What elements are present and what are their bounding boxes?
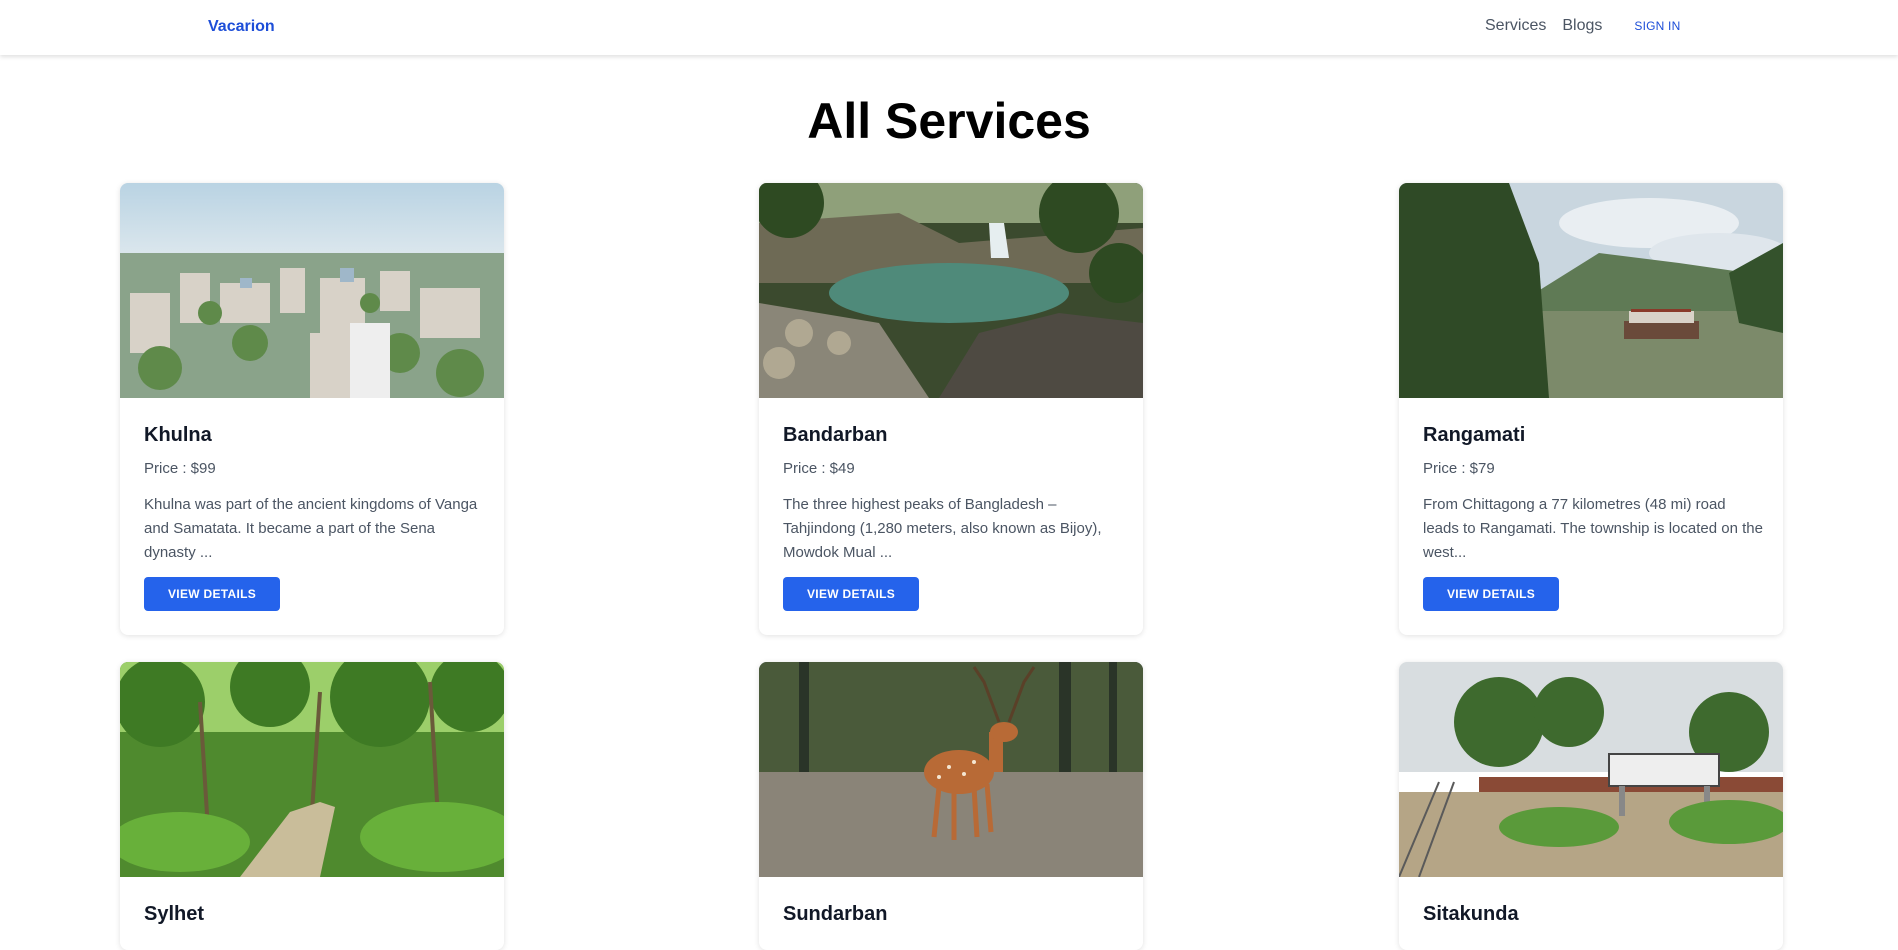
- service-card-sundarban: Sundarban: [759, 662, 1143, 950]
- nav-links: Services Blogs SIGN IN: [1485, 17, 1680, 35]
- nav-link-services[interactable]: Services: [1485, 17, 1546, 35]
- waterfall-image: [759, 183, 1143, 398]
- view-details-button[interactable]: VIEW DETAILS: [144, 577, 281, 611]
- service-card-sylhet: Sylhet: [120, 662, 504, 950]
- service-card-sitakunda: Sitakunda: [1399, 662, 1783, 950]
- page-title: All Services: [807, 93, 1091, 149]
- card-description: From Chittagong a 77 kilometres (48 mi) …: [1423, 496, 1763, 561]
- brand-logo[interactable]: Vacarion: [208, 18, 275, 36]
- card-price: Price : $99: [144, 460, 216, 477]
- city-skyline-image: [120, 183, 504, 398]
- card-description: Khulna was part of the ancient kingdoms …: [144, 496, 478, 561]
- card-title: Sitakunda: [1423, 903, 1519, 925]
- card-title: Khulna: [144, 424, 212, 446]
- card-title: Rangamati: [1423, 424, 1526, 446]
- sign-in-button[interactable]: SIGN IN: [1634, 19, 1680, 33]
- top-navbar: Vacarion Services Blogs SIGN IN: [0, 0, 1898, 55]
- railway-station-image: [1399, 662, 1783, 877]
- nav-link-blogs[interactable]: Blogs: [1562, 17, 1602, 35]
- card-description: The three highest peaks of Bangladesh – …: [783, 496, 1102, 561]
- card-price: Price : $49: [783, 460, 855, 477]
- card-title: Sylhet: [144, 903, 205, 925]
- service-card-bandarban: Bandarban Price : $49 The three highest …: [759, 183, 1143, 635]
- card-title: Sundarban: [783, 903, 888, 925]
- spotted-deer-image: [759, 662, 1143, 877]
- service-card-rangamati: Rangamati Price : $79 From Chittagong a …: [1399, 183, 1783, 635]
- tea-garden-path-image: [120, 662, 504, 877]
- view-details-button[interactable]: VIEW DETAILS: [783, 577, 920, 611]
- card-price: Price : $79: [1423, 460, 1495, 477]
- lake-boat-image: [1399, 183, 1783, 398]
- card-title: Bandarban: [783, 424, 888, 446]
- view-details-button[interactable]: VIEW DETAILS: [1423, 577, 1560, 611]
- service-card-khulna: Khulna Price : $99 Khulna was part of th…: [120, 183, 504, 635]
